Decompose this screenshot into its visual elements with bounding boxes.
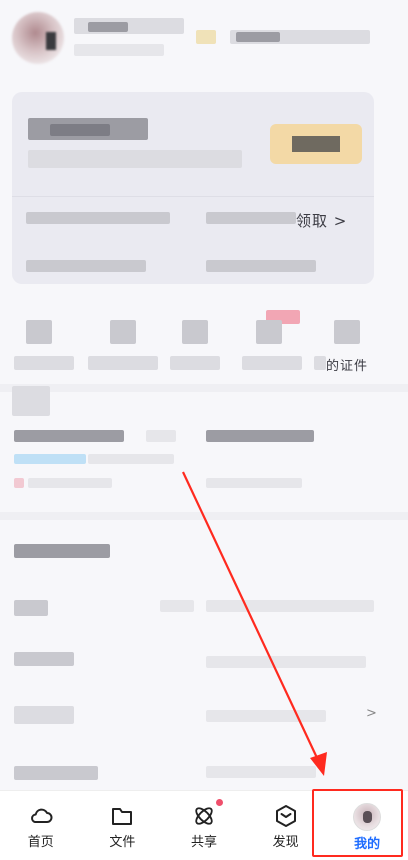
grid-label-5-blur xyxy=(314,356,326,370)
promo-left-icon xyxy=(12,386,50,416)
grid-icon-3[interactable] xyxy=(182,320,208,344)
cube-icon xyxy=(275,805,296,827)
membership-desc-placeholder xyxy=(28,150,242,168)
section-divider-2 xyxy=(0,512,408,520)
promo-right-sub xyxy=(206,478,302,488)
profile-page: 领取 > 的证件 > xyxy=(0,0,408,800)
grid-icon-1[interactable] xyxy=(26,320,52,344)
grid-label-3 xyxy=(170,356,220,370)
bottom-nav: 首页 文件 共享 发现 我的 xyxy=(0,790,408,860)
list-row1-right xyxy=(206,600,374,612)
nav-discover-label: 发现 xyxy=(272,835,299,850)
list-row1-mid xyxy=(160,600,194,612)
grid-label-5-text: 的证件 xyxy=(326,359,369,374)
grid-label-4 xyxy=(242,356,302,370)
grid-icon-2[interactable] xyxy=(110,320,136,344)
card-row1-right-placeholder xyxy=(206,212,296,224)
promo-left-sub xyxy=(28,478,112,488)
list-row2-left[interactable] xyxy=(14,652,74,666)
nav-home-label: 首页 xyxy=(27,835,54,850)
promo-left-tag xyxy=(146,430,176,442)
nav-files-label: 文件 xyxy=(109,835,136,850)
vip-badge-placeholder xyxy=(196,30,216,44)
card-row1-right-text[interactable]: 领取 > xyxy=(296,210,347,231)
atom-icon xyxy=(195,807,213,825)
folder-icon xyxy=(112,808,133,825)
cloud-icon xyxy=(30,808,53,823)
nav-discover[interactable]: 发现 xyxy=(245,791,327,860)
grid-icon-4[interactable] xyxy=(256,320,282,344)
card-row2-right-placeholder xyxy=(206,260,316,272)
user-subtitle-placeholder xyxy=(74,44,164,56)
nav-share[interactable]: 共享 xyxy=(163,791,245,860)
list-section-title xyxy=(14,544,110,558)
list-row3-chevron[interactable]: > xyxy=(366,706,378,721)
grid-label-2 xyxy=(88,356,158,370)
card-divider xyxy=(12,196,374,197)
header-right-dark xyxy=(236,32,280,42)
list-row1-left[interactable] xyxy=(14,600,48,616)
list-row3-right xyxy=(206,710,326,722)
card-row1-left-placeholder xyxy=(26,212,170,224)
nav-me[interactable]: 我的 xyxy=(326,791,408,860)
promo-left-dot xyxy=(14,478,24,488)
membership-open-button[interactable] xyxy=(270,124,362,164)
grid-icon-5[interactable] xyxy=(334,320,360,344)
list-row3-left[interactable] xyxy=(14,706,74,724)
list-row4-right xyxy=(206,766,316,778)
list-row2-right xyxy=(206,656,366,668)
promo-left-title[interactable] xyxy=(14,430,124,442)
nav-files[interactable]: 文件 xyxy=(82,791,164,860)
promo-left-progress-track xyxy=(88,454,174,464)
avatar-icon xyxy=(353,803,382,831)
profile-avatar[interactable] xyxy=(12,12,64,64)
share-badge-dot xyxy=(215,799,223,806)
nav-share-label: 共享 xyxy=(190,835,217,850)
nav-me-label: 我的 xyxy=(354,837,381,852)
list-row4-left[interactable] xyxy=(14,766,98,780)
membership-title-dark xyxy=(50,124,110,136)
promo-left-progress xyxy=(14,454,86,464)
promo-right-title[interactable] xyxy=(206,430,314,442)
card-row2-left-placeholder xyxy=(26,260,146,272)
nav-home[interactable]: 首页 xyxy=(0,791,82,860)
username-placeholder-dark xyxy=(88,22,128,32)
grid-label-1 xyxy=(14,356,74,370)
section-divider xyxy=(0,384,408,392)
